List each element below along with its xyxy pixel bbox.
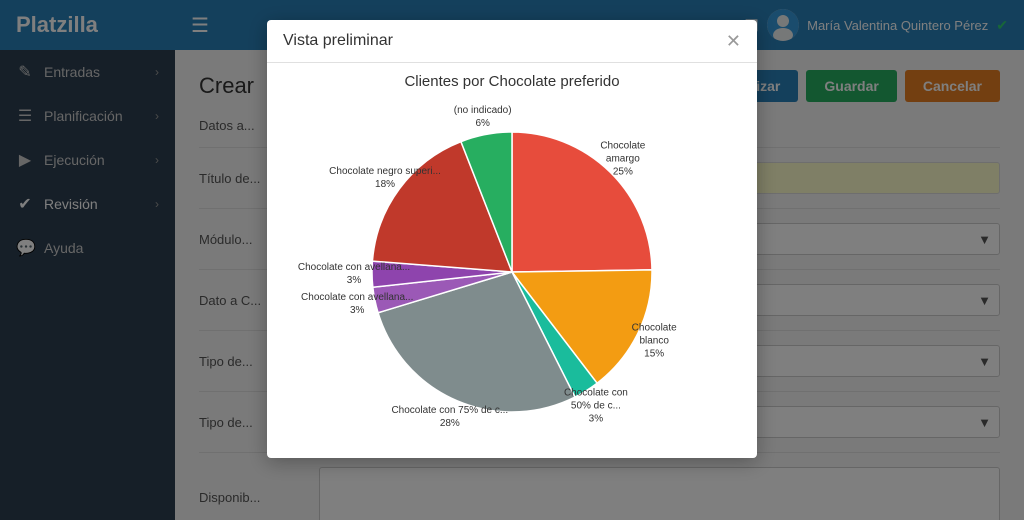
modal-title: Vista preliminar xyxy=(283,32,393,50)
modal-header: Vista preliminar ✕ xyxy=(267,20,757,63)
pie-chart: Chocolate amargo 25%Chocolate blanco 15%… xyxy=(342,102,682,442)
modal-dialog: Vista preliminar ✕ Clientes por Chocolat… xyxy=(267,20,757,458)
pie-segment-chocolate-amargo xyxy=(512,132,652,272)
chart-title: Clientes por Chocolate preferido xyxy=(404,73,619,90)
modal-body: Clientes por Chocolate preferido Chocola… xyxy=(267,63,757,458)
modal-overlay[interactable]: Vista preliminar ✕ Clientes por Chocolat… xyxy=(0,0,1024,520)
close-icon[interactable]: ✕ xyxy=(726,32,741,50)
